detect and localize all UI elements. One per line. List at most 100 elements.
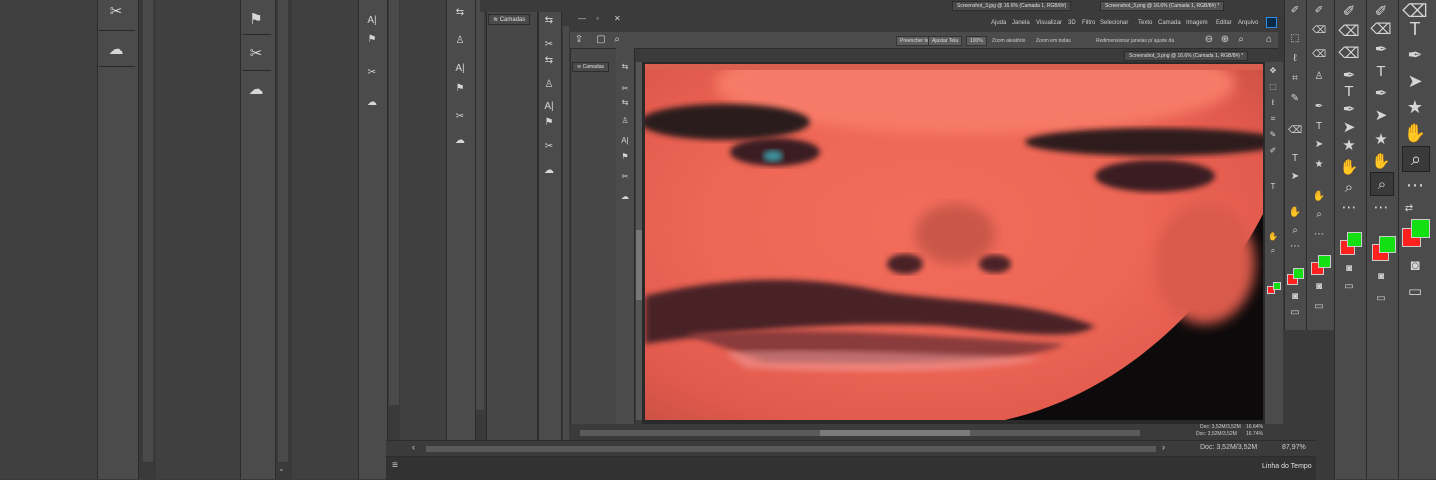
path-select-icon[interactable]: ➤ [1288, 170, 1302, 184]
scissors-icon[interactable]: ✂ [542, 140, 556, 154]
transform-icon[interactable]: ⇆ [453, 6, 467, 20]
quick-mask-icon[interactable]: ◙ [1342, 262, 1356, 276]
move-icon[interactable]: ✥ [1266, 64, 1280, 78]
screen-mode-icon[interactable]: ▭ [1404, 280, 1426, 302]
scroll-thumb[interactable] [820, 430, 970, 436]
home-icon[interactable]: ⌂ [1262, 33, 1276, 47]
text-icon[interactable]: A| [542, 100, 556, 114]
transform-icon[interactable]: ⇆ [542, 14, 556, 28]
text-icon[interactable]: A| [618, 134, 632, 148]
creative-cloud-icon[interactable]: ☁ [245, 78, 267, 100]
screen-mode-icon[interactable]: ▭ [1342, 280, 1356, 294]
fit-screen-button[interactable]: Ajustar Tela [928, 36, 963, 46]
pen-icon[interactable]: ✒ [1370, 82, 1392, 104]
scroll-track[interactable] [563, 26, 569, 440]
quick-mask-icon[interactable]: ◙ [1312, 280, 1326, 294]
scissors-icon[interactable]: ✂ [453, 110, 467, 124]
background-color-swatch[interactable] [1318, 255, 1331, 268]
scroll-track[interactable] [143, 0, 153, 462]
quick-mask-icon[interactable]: ◙ [1288, 290, 1302, 304]
creative-cloud-icon[interactable]: ☁ [105, 38, 127, 60]
creative-cloud-icon[interactable]: ☁ [453, 134, 467, 148]
scissors-icon[interactable]: ✂ [618, 82, 632, 96]
quick-mask-icon[interactable]: ◙ [1404, 254, 1426, 276]
eraser-icon[interactable]: ⌫ [1338, 42, 1360, 64]
hand-icon[interactable]: ✋ [1370, 150, 1392, 172]
hand-icon[interactable]: ✋ [1266, 230, 1280, 244]
scissors-icon[interactable]: ✂ [245, 42, 267, 64]
brush-icon[interactable]: ✐ [1266, 144, 1280, 158]
screen-mode-icon[interactable]: ▭ [1288, 306, 1302, 320]
zoom-in-icon[interactable]: ⊕ [1218, 33, 1232, 47]
brush-icon[interactable]: ✐ [1288, 4, 1302, 18]
quick-mask-icon[interactable]: ◙ [1374, 270, 1388, 284]
transform-icon[interactable]: ⇆ [542, 54, 556, 68]
search-icon[interactable]: ⌕ [1234, 33, 1248, 47]
chevron-left-icon[interactable]: ‹ [412, 442, 415, 452]
eraser-icon[interactable]: ⌫ [1338, 20, 1360, 42]
flag-icon[interactable]: ⚑ [365, 33, 379, 47]
background-color-swatch[interactable] [1273, 282, 1281, 290]
menu-item[interactable]: Janela [1012, 20, 1030, 26]
creative-cloud-icon[interactable]: ☁ [542, 164, 556, 178]
path-select-icon[interactable]: ➤ [1370, 104, 1392, 126]
brush-icon[interactable]: ✐ [1338, 0, 1360, 22]
scissors-icon[interactable]: ✂ [542, 38, 556, 52]
transform-icon[interactable]: ⇆ [618, 96, 632, 110]
shape-icon[interactable]: ★ [1338, 134, 1360, 156]
eyedropper-icon[interactable]: ✎ [1266, 128, 1280, 142]
zoom-icon[interactable]: ⌕ [1288, 224, 1302, 238]
menu-item[interactable]: Ajuda [991, 20, 1006, 26]
menu-item[interactable]: Selecionar [1100, 20, 1128, 26]
zoom-out-icon[interactable]: ⊖ [1202, 33, 1216, 47]
zoom-icon[interactable]: ⌕ [1266, 244, 1280, 258]
more-icon[interactable]: ⋯ [1312, 228, 1326, 242]
text-icon[interactable]: T [1312, 120, 1326, 134]
stamp-icon[interactable]: ♙ [542, 78, 556, 92]
menu-item[interactable]: 3D [1068, 20, 1076, 26]
scrubby-zoom-label[interactable]: Zoom aleatório [992, 38, 1025, 44]
menu-item[interactable]: Arquivo [1238, 20, 1258, 26]
search-icon[interactable]: ⌕ [610, 33, 624, 47]
shape-icon[interactable]: ★ [1312, 158, 1326, 172]
resize-windows-label[interactable]: Redimensionar janelas p/ ajuste da [1096, 38, 1174, 44]
more-icon[interactable]: ⋯ [1370, 196, 1392, 218]
zoom-icon[interactable]: ⌕ [1338, 176, 1360, 198]
pen-icon[interactable]: ✒ [1312, 100, 1326, 114]
doc-tab-inactive[interactable]: Screenshot_3.jpg @ 16.6% (Camada 1, RGB/… [952, 1, 1072, 11]
zoom-all-label[interactable]: Zoom em todas [1036, 38, 1071, 44]
scroll-track[interactable] [278, 0, 288, 462]
stamp-icon[interactable]: ♙ [618, 114, 632, 128]
text-icon[interactable]: T [1266, 180, 1280, 194]
text-icon[interactable]: T [1370, 60, 1392, 82]
menu-item[interactable]: Camada [1158, 20, 1181, 26]
zoom-icon[interactable]: ⌕ [1402, 146, 1430, 172]
flag-icon[interactable]: ⚑ [618, 150, 632, 164]
more-icon[interactable]: ⋯ [1338, 196, 1360, 218]
inner-layers-tab[interactable]: ≋ Camadas [572, 62, 609, 72]
screen-mode-icon[interactable]: ▭ [1374, 292, 1388, 306]
hand-icon[interactable]: ✋ [1312, 190, 1326, 204]
scroll-track[interactable] [476, 0, 484, 410]
text-icon[interactable]: T [1404, 18, 1426, 40]
eraser-icon[interactable]: ⌫ [1288, 124, 1302, 138]
timeline-menu-icon[interactable]: ≡ [392, 460, 398, 471]
minimize-icon[interactable]: — [578, 14, 586, 23]
eraser-icon[interactable]: ⌫ [1312, 24, 1326, 38]
path-select-icon[interactable]: ➤ [1404, 70, 1426, 92]
eraser-icon[interactable]: ⌫ [1370, 18, 1392, 40]
hand-icon[interactable]: ✋ [1288, 206, 1302, 220]
flag-icon[interactable]: ⚑ [542, 116, 556, 130]
menu-item[interactable]: Imagem [1186, 20, 1208, 26]
frame-icon[interactable]: ▢ [594, 33, 608, 47]
hand-icon[interactable]: ✋ [1404, 122, 1426, 144]
share-icon[interactable]: ⇪ [572, 33, 586, 47]
marquee-icon[interactable]: ⬚ [1288, 32, 1302, 46]
inner-doc-tab[interactable]: Screenshot_3.png @ 16.6% (Camada 1, RGB/… [1124, 51, 1249, 61]
flag-icon[interactable]: ⚑ [453, 82, 467, 96]
lasso-icon[interactable]: ℓ [1266, 96, 1280, 110]
background-color-swatch[interactable] [1347, 232, 1362, 247]
eyedropper-icon[interactable]: ✎ [1288, 92, 1302, 106]
close-icon[interactable]: ✕ [614, 14, 621, 23]
hand-icon[interactable]: ✋ [1338, 156, 1360, 178]
